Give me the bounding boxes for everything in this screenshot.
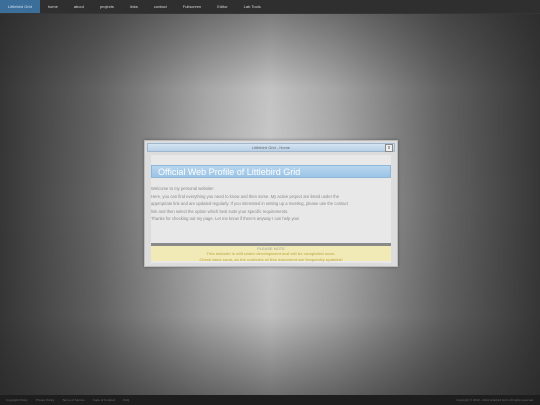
intro-line-1: Here, you can find everything you need t… bbox=[151, 193, 340, 199]
dialog-title: Littlebird Grid - Home bbox=[251, 145, 290, 150]
profile-heading: Official Web Profile of Littlebird Grid bbox=[158, 167, 301, 177]
note-line-2: Check back soon, as the contents of this… bbox=[199, 257, 343, 262]
nav-item-lab-tools[interactable]: Lab Tools bbox=[236, 0, 269, 13]
footer-links: Copyright Policy Privacy Policy Terms of… bbox=[6, 398, 129, 402]
nav-brand[interactable]: Littlebird Grid bbox=[0, 0, 40, 13]
footer-link-code-of-conduct[interactable]: Code of Conduct bbox=[93, 398, 116, 402]
dialog-body: Official Web Profile of Littlebird Grid … bbox=[151, 155, 391, 263]
intro-line-2: appropriate link and are updated regular… bbox=[151, 201, 348, 206]
home-dialog: Littlebird Grid - Home x Official Web Pr… bbox=[144, 140, 398, 267]
nav-item-about[interactable]: about bbox=[66, 0, 92, 13]
footer-link-copyright-policy[interactable]: Copyright Policy bbox=[6, 398, 28, 402]
footer-link-terms[interactable]: Terms of Service bbox=[62, 398, 84, 402]
welcome-text: Welcome to my personal website! bbox=[151, 186, 214, 191]
nav-item-contact[interactable]: contact bbox=[146, 0, 175, 13]
nav-item-home[interactable]: home bbox=[40, 0, 66, 13]
dialog-titlebar: Littlebird Grid - Home x bbox=[147, 143, 395, 152]
nav-item-projects[interactable]: projects bbox=[92, 0, 122, 13]
footer-link-privacy-policy[interactable]: Privacy Policy bbox=[36, 398, 55, 402]
please-note-box: PLEASE NOTE This website is still under … bbox=[151, 243, 391, 262]
intro-line-3: link and then select the option which be… bbox=[151, 208, 289, 214]
thanks-text: Thanks for checking out my page. Let me … bbox=[151, 216, 300, 221]
footer-copyright: Copyright © 2013 - 2014 Littlebird Grid.… bbox=[456, 398, 534, 402]
profile-heading-bar: Official Web Profile of Littlebird Grid bbox=[151, 165, 391, 178]
footer-bar: Copyright Policy Privacy Policy Terms of… bbox=[0, 395, 540, 405]
nav-item-links[interactable]: links bbox=[122, 0, 146, 13]
close-icon[interactable]: x bbox=[385, 144, 393, 152]
footer-link-faq[interactable]: FAQ bbox=[123, 398, 129, 402]
nav-item-fullscreen[interactable]: Fullscreen bbox=[175, 0, 209, 13]
nav-item-editor[interactable]: Editor bbox=[209, 0, 235, 13]
top-navigation-bar: Littlebird Grid home about projects link… bbox=[0, 0, 540, 14]
